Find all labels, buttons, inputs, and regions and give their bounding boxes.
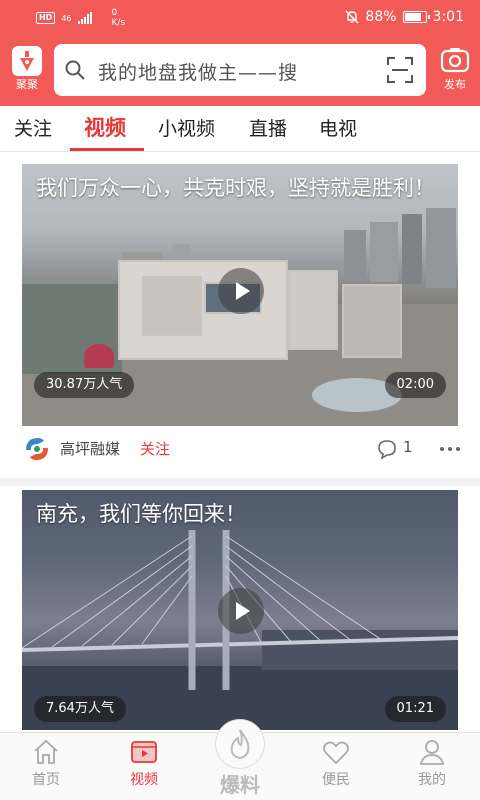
heart-icon [323, 741, 349, 765]
video-title: 我们万众一心，共克时艰，坚持就是胜利！ [36, 176, 435, 200]
signal-label: 46 [61, 13, 72, 23]
net-speed: 0 K/s [112, 8, 126, 28]
app-logo[interactable]: 聚聚 [10, 44, 44, 98]
view-count: 30.87万人气 [34, 372, 135, 398]
play-icon [236, 282, 250, 300]
status-bar: HD 46 0 K/s 88% 3:01 [0, 0, 480, 36]
video-feed[interactable]: 我们万众一心，共克时艰，坚持就是胜利！ 30.87万人气 02:00 高坪融媒 … [0, 152, 480, 732]
fire-icon [230, 729, 250, 760]
play-button[interactable] [218, 588, 264, 634]
net-speed-value: 0 [111, 8, 118, 18]
publish-button[interactable]: 发布 [438, 46, 472, 96]
tab-short-video[interactable]: 小视频 [158, 114, 215, 141]
status-indicators: HD 46 0 K/s [36, 8, 125, 28]
video-title: 南充，我们等你回来！ [36, 502, 246, 526]
tab-follow[interactable]: 关注 [14, 114, 52, 141]
user-icon [419, 740, 445, 765]
home-icon [34, 739, 58, 764]
search-icon [65, 60, 85, 80]
nav-services-label: 便民 [322, 772, 350, 788]
clock: 3:01 [432, 9, 464, 25]
video-duration: 02:00 [384, 372, 446, 398]
video-thumbnail[interactable]: 南充，我们等你回来！ 7.64万人气 01:21 [22, 490, 458, 730]
source-logo-icon[interactable] [22, 434, 52, 464]
view-count: 7.64万人气 [34, 696, 126, 722]
tab-video[interactable]: 视频 [84, 112, 126, 142]
nav-video[interactable]: 视频 [108, 737, 180, 789]
search-bar[interactable]: 我的地盘我做主——搜 [54, 44, 426, 96]
follow-button[interactable]: 关注 [140, 438, 170, 459]
search-placeholder: 我的地盘我做主——搜 [98, 62, 299, 84]
logo-label: 聚聚 [16, 78, 38, 91]
logo-icon [12, 46, 42, 76]
camera-icon [440, 48, 470, 73]
signal-icon [77, 12, 92, 24]
comment-count: 1 [403, 438, 413, 456]
nav-profile[interactable]: 我的 [396, 737, 468, 789]
tab-live[interactable]: 直播 [249, 114, 287, 141]
battery-percent: 88% [365, 9, 397, 25]
nav-report[interactable] [215, 719, 265, 769]
nav-video-label: 视频 [130, 772, 158, 788]
comment-icon[interactable] [376, 438, 398, 460]
battery-icon [402, 11, 430, 23]
video-card[interactable]: 南充，我们等你回来！ 7.64万人气 01:21 [0, 486, 480, 732]
bottom-nav: 首页 视频 爆料 便民 我的 [0, 719, 480, 800]
more-icon[interactable] [438, 438, 462, 460]
tab-tv[interactable]: 电视 [319, 114, 357, 141]
nav-profile-label: 我的 [418, 772, 446, 788]
hd-badge: HD [36, 12, 56, 24]
play-button[interactable] [218, 268, 264, 314]
video-duration: 01:21 [384, 696, 446, 722]
net-speed-unit: K/s [111, 18, 126, 28]
play-icon [236, 602, 250, 620]
status-right: 88% 3:01 [345, 9, 464, 25]
nav-services[interactable]: 便民 [300, 737, 372, 789]
app-header: 聚聚 我的地盘我做主——搜 发布 [0, 36, 480, 106]
publish-label: 发布 [444, 78, 466, 91]
video-meta-row: 高坪融媒 关注 1 [0, 424, 480, 474]
nav-report-label[interactable]: 爆料 [210, 769, 270, 798]
video-thumbnail[interactable]: 我们万众一心，共克时艰，坚持就是胜利！ 30.87万人气 02:00 [22, 164, 458, 426]
nav-home[interactable]: 首页 [10, 737, 82, 789]
active-tab-indicator [70, 148, 144, 151]
mute-bell-icon [345, 10, 359, 24]
scan-icon[interactable] [386, 56, 414, 84]
source-name[interactable]: 高坪融媒 [60, 438, 120, 459]
battery-fill [404, 13, 422, 21]
nav-home-label: 首页 [32, 772, 60, 788]
video-icon [131, 741, 157, 763]
channel-tabs: 关注 视频 小视频 直播 电视 [0, 106, 480, 152]
video-card[interactable]: 我们万众一心，共克时艰，坚持就是胜利！ 30.87万人气 02:00 高坪融媒 … [0, 152, 480, 478]
